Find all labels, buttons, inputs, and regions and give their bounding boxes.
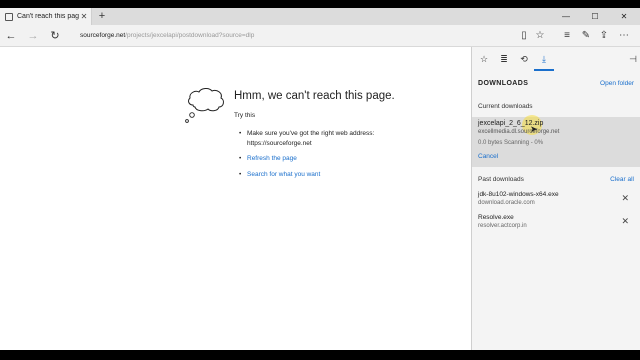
back-button[interactable]: ← [2, 25, 20, 47]
remove-download-icon[interactable]: ✕ [621, 193, 629, 204]
hub-tabs: ☆ ≣ ⟲ ⤓ ⊣ [472, 47, 640, 71]
tab-bar: Can't reach this page ✕ + — ☐ ✕ [0, 8, 640, 25]
refresh-button[interactable]: ↻ [46, 25, 64, 47]
tab-active[interactable]: Can't reach this page ✕ [0, 8, 92, 25]
pin-icon[interactable]: ⊣ [629, 47, 637, 71]
favorites-tab-icon[interactable]: ☆ [474, 47, 494, 71]
remove-download-icon[interactable]: ✕ [621, 216, 629, 227]
minimize-button[interactable]: — [554, 8, 578, 25]
suggestion-list: Make sure you've got the right web addre… [239, 129, 439, 185]
address-path: /projects/jexcelapi/postdownload?source=… [125, 32, 255, 39]
suggestion-check-address: Make sure you've got the right web addre… [239, 129, 439, 148]
more-icon[interactable]: ⋯ [616, 25, 632, 47]
thought-cloud-icon [185, 88, 224, 123]
reading-list-tab-icon[interactable]: ≣ [494, 47, 514, 71]
hub-icon[interactable]: ≡ [559, 25, 575, 47]
suggestion-search: Search for what you want [239, 170, 439, 180]
web-note-icon[interactable]: ✎ [578, 25, 594, 47]
clear-all-link[interactable]: Clear all [610, 176, 634, 183]
past-downloads-label: Past downloads [478, 176, 524, 183]
downloads-panel: ☆ ≣ ⟲ ⤓ ⊣ DOWNLOADS Open folder Current … [471, 47, 640, 350]
maximize-button[interactable]: ☐ [583, 8, 607, 25]
page-icon [5, 12, 13, 21]
address-host: sourceforge.net [80, 32, 126, 39]
navigation-bar: ← → ↻ sourceforge.net/projects/jexcelapi… [0, 25, 640, 47]
download-host: download.oracle.com [478, 200, 535, 206]
current-downloads-label: Current downloads [478, 103, 533, 110]
open-folder-link[interactable]: Open folder [600, 80, 634, 87]
new-tab-button[interactable]: + [96, 8, 108, 25]
download-filename: Resolve.exe [478, 214, 514, 221]
browser-window: Can't reach this page ✕ + — ☐ ✕ ← → ↻ so… [0, 8, 640, 350]
forward-button[interactable]: → [24, 25, 42, 47]
try-this-label: Try this [234, 112, 256, 119]
reading-view-icon[interactable]: ▯ [516, 25, 532, 47]
download-filename: jdk-8u102-windows-x64.exe [478, 191, 559, 198]
share-icon[interactable]: ⇪ [596, 25, 612, 47]
past-download-item[interactable]: jdk-8u102-windows-x64.exe download.oracl… [472, 191, 640, 213]
error-title: Hmm, we can't reach this page. [234, 90, 395, 102]
download-host: excellmedia.dl.sourceforge.net [478, 129, 560, 135]
address-bar[interactable]: sourceforge.net/projects/jexcelapi/postd… [80, 25, 254, 47]
suggestion-refresh: Refresh the page [239, 154, 439, 164]
tab-close-icon[interactable]: ✕ [79, 12, 89, 21]
error-page: Hmm, we can't reach this page. Try this … [0, 47, 471, 350]
cancel-download-link[interactable]: Cancel [478, 153, 498, 160]
tab-title: Can't reach this page [17, 13, 79, 20]
refresh-page-link[interactable]: Refresh the page [247, 155, 297, 162]
favorite-star-icon[interactable]: ☆ [532, 25, 548, 47]
download-status: 0.0 bytes Scanning - 0% [478, 140, 544, 146]
downloads-tab-icon[interactable]: ⤓ [534, 47, 554, 71]
past-download-item[interactable]: Resolve.exe resolver.actcorp.in ✕ [472, 214, 640, 236]
close-window-button[interactable]: ✕ [612, 8, 636, 25]
panel-title: DOWNLOADS [478, 80, 529, 87]
history-tab-icon[interactable]: ⟲ [514, 47, 534, 71]
search-link[interactable]: Search for what you want [247, 171, 320, 178]
mouse-cursor-icon: ➤ [530, 124, 538, 134]
download-host: resolver.actcorp.in [478, 223, 527, 229]
